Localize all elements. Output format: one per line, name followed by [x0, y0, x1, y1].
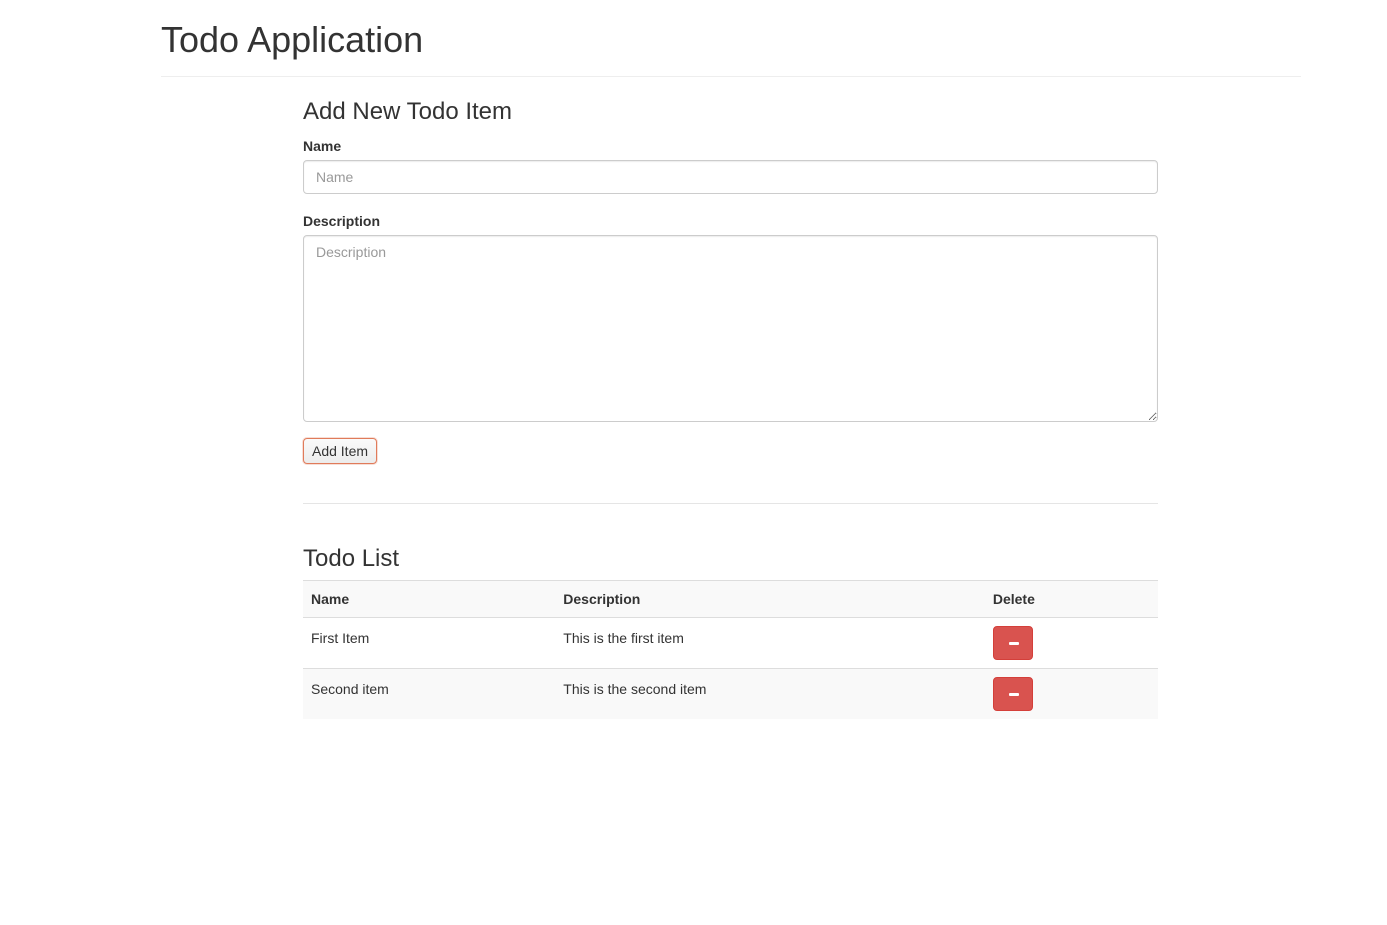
delete-button[interactable] [992, 677, 1033, 711]
cell-delete [984, 617, 1158, 669]
table-row: First Item This is the first item [303, 617, 1158, 669]
todo-list-title: Todo List [303, 545, 400, 572]
cell-description: This is the second item [555, 668, 985, 719]
column-header-description: Description [555, 580, 985, 618]
minus-icon [1008, 642, 1019, 645]
table-row: Second item This is the second item [303, 668, 1158, 719]
page-title: Todo Application [161, 19, 424, 60]
todo-table: Name Description Delete First Item This … [303, 580, 1158, 719]
column-header-delete: Delete [984, 580, 1158, 618]
cell-name: First Item [303, 617, 556, 669]
todo-description: This is the second item [563, 681, 707, 697]
cell-name: Second item [303, 668, 556, 719]
minus-icon [1008, 693, 1019, 696]
todo-description: This is the first item [563, 630, 684, 646]
cell-delete [984, 668, 1158, 719]
todo-name: First Item [311, 630, 370, 646]
cell-description: This is the first item [555, 617, 985, 669]
add-item-section-title: Add New Todo Item [303, 98, 513, 125]
name-input[interactable] [303, 160, 1158, 194]
page-header: Todo Application [161, 0, 1301, 77]
todo-name: Second item [311, 681, 389, 697]
name-label: Name [303, 138, 342, 154]
table-header-row: Name Description Delete [303, 580, 1158, 618]
delete-button[interactable] [992, 626, 1033, 660]
section-divider [303, 503, 1158, 504]
description-textarea[interactable] [303, 235, 1158, 422]
page: Todo Application Add New Todo Item Name … [0, 0, 1387, 925]
add-item-button[interactable]: Add Item [303, 438, 377, 464]
description-label: Description [303, 213, 381, 229]
column-header-name: Name [303, 580, 556, 618]
